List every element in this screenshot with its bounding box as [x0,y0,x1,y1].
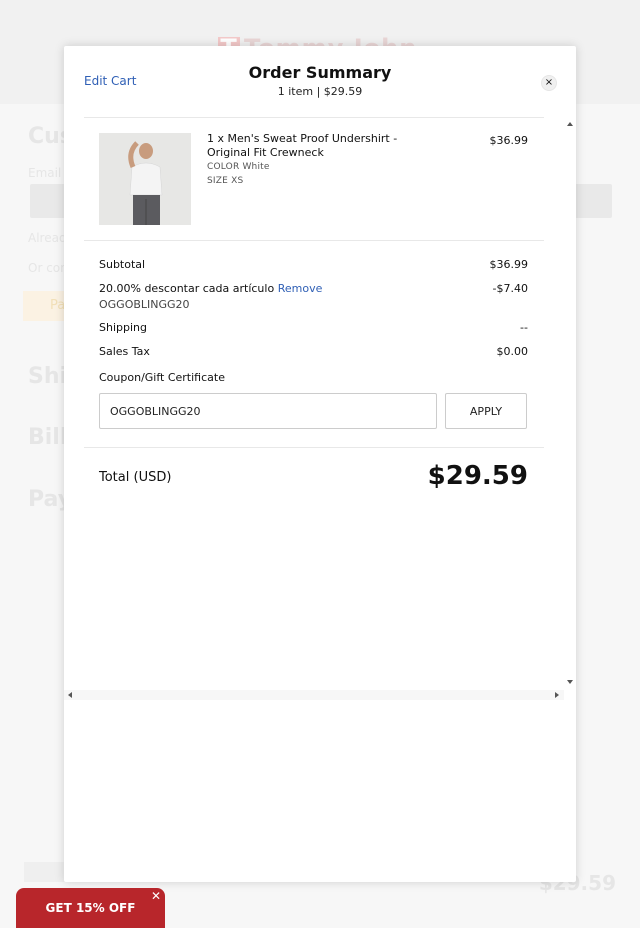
discount-value: -$7.40 [492,282,528,295]
discount-row: 20.00% descontar cada artículo Remove [99,282,322,295]
product-divider [84,240,544,241]
promo-close-icon[interactable]: ✕ [151,889,161,903]
scroll-up-arrow-icon[interactable] [567,122,573,126]
shipping-value: -- [520,321,528,334]
scroll-left-arrow-icon[interactable] [68,692,72,698]
discount-code: OGGOBLINGG20 [99,298,190,311]
shipping-label: Shipping [99,321,147,334]
product-size: SIZE XS [207,176,244,186]
apply-coupon-button[interactable]: APPLY [445,393,527,429]
sales-tax-value: $0.00 [496,345,529,358]
modal-subtitle: 1 item | $29.59 [277,85,363,98]
summary-scroll-area[interactable]: 1 x Men's Sweat Proof Undershirt - Origi… [64,118,576,690]
total-label: Total (USD) [99,470,172,485]
product-color: COLOR White [207,162,270,172]
coupon-input[interactable] [99,393,437,429]
scroll-right-arrow-icon[interactable] [555,692,559,698]
product-photo-icon [99,133,191,225]
vertical-scrollbar[interactable] [564,118,576,690]
total-value: $29.59 [427,461,528,491]
product-image [99,133,191,225]
product-name: 1 x Men's Sweat Proof Undershirt - Origi… [207,132,398,159]
modal-header: Edit Cart Order Summary 1 item | $29.59 … [64,46,576,118]
billing-section-heading: Bill [28,425,68,450]
scroll-down-arrow-icon[interactable] [567,680,573,684]
already-text: Alread [28,231,67,245]
discount-label: 20.00% descontar cada artículo [99,282,275,295]
modal-title: Order Summary [248,63,392,82]
sales-tax-label: Sales Tax [99,345,150,358]
promo-tab-button[interactable]: GET 15% OFF [16,888,165,928]
close-button[interactable]: × [541,75,557,91]
coupon-label: Coupon/Gift Certificate [99,371,225,384]
email-label: Email [28,166,62,180]
order-summary-modal: Edit Cart Order Summary 1 item | $29.59 … [64,46,576,882]
subtotal-value: $36.99 [489,258,529,271]
remove-discount-link[interactable]: Remove [278,282,323,295]
subtotal-label: Subtotal [99,258,146,271]
product-price: $36.99 [489,134,529,147]
horizontal-scrollbar[interactable] [64,690,564,700]
coupon-divider [84,447,544,448]
or-continue-text: Or con [28,261,68,275]
